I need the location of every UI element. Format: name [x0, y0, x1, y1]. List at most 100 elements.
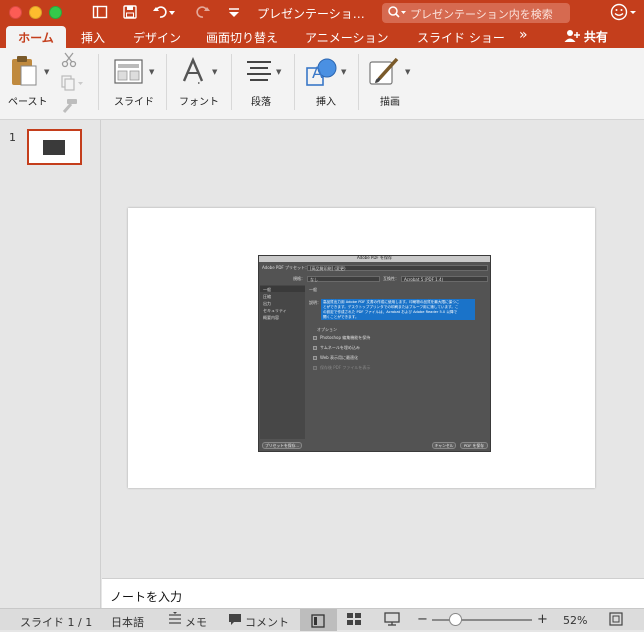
pdf-dialog-screenshot: Adobe PDF を保存 Adobe PDF プリセット： [高品質印刷] (… — [258, 255, 491, 452]
dialog-option: サムネールを埋め込み — [320, 345, 360, 350]
zoom-in-button[interactable]: + — [537, 612, 548, 627]
dialog-save-pdf-button: PDF を保存 — [460, 442, 488, 449]
dialog-checkbox — [313, 336, 317, 340]
dialog-options-heading: オプション — [317, 327, 337, 332]
dialog-checkbox — [313, 356, 317, 360]
draw-dropdown-caret[interactable]: ▼ — [405, 68, 410, 76]
sidebar-toggle-icon[interactable] — [92, 4, 108, 24]
tab-design[interactable]: デザイン — [133, 29, 181, 46]
ribbon: ▼ ペースト ▼ スライド ▼ フォント ▼ 段落 A ▼ 挿入 ▼ 描画 — [0, 48, 644, 120]
dialog-compat-label: 互換性： — [383, 276, 399, 281]
new-slide-icon[interactable] — [114, 58, 144, 90]
language-indicator[interactable]: 日本語 — [111, 614, 144, 630]
insert-dropdown-caret[interactable]: ▼ — [341, 68, 346, 76]
ribbon-separator — [294, 54, 295, 110]
save-icon[interactable] — [122, 4, 138, 24]
zoom-out-button[interactable]: − — [417, 612, 428, 627]
dialog-description: 高品質出力用 Adobe PDF 文書の作成に使用します。印刷物の品質を最大限に… — [321, 299, 475, 320]
paragraph-icon[interactable] — [246, 60, 272, 86]
font-label: フォント — [179, 97, 219, 108]
ribbon-separator — [231, 54, 232, 110]
zoom-slider-track[interactable] — [432, 619, 532, 621]
tab-transitions[interactable]: 画面切り替え — [206, 29, 278, 46]
font-dropdown-caret[interactable]: ▼ — [212, 68, 217, 76]
dialog-cancel-button: キャンセル — [432, 442, 456, 449]
fit-slide-icon[interactable] — [609, 612, 623, 629]
search-icon — [387, 4, 407, 23]
comment-icon[interactable] — [228, 612, 242, 629]
zoom-percent[interactable]: 52% — [563, 614, 587, 627]
dialog-sidebar-item: 出力 — [263, 301, 271, 306]
dialog-desc-line: 開くことができます。 — [323, 315, 359, 319]
slide-indicator: スライド 1 / 1 — [20, 616, 93, 629]
ribbon-separator — [98, 54, 99, 110]
customize-toolbar-icon[interactable] — [228, 4, 240, 24]
paste-label: ペースト — [8, 97, 48, 108]
dialog-standard-label: 規格： — [293, 276, 305, 281]
minimize-icon[interactable] — [29, 6, 42, 19]
slide[interactable]: Adobe PDF を保存 Adobe PDF プリセット： [高品質印刷] (… — [128, 208, 595, 488]
dialog-desc-label: 説明： — [309, 300, 321, 305]
dialog-sidebar-item: セキュリティ — [263, 308, 287, 313]
notes-toggle-label[interactable]: メモ — [185, 614, 207, 630]
paragraph-dropdown-caret[interactable]: ▼ — [276, 68, 281, 76]
slide-thumbnail-pane: 1 — [0, 120, 101, 608]
dialog-sidebar-item: 圧縮 — [263, 294, 271, 299]
title-bar: プレゼンテーショ… プレゼンテーション内を検索 — [0, 0, 644, 26]
maximize-icon[interactable] — [49, 6, 62, 19]
thumbnail-number: 1 — [9, 131, 16, 144]
draw-label: 描画 — [380, 97, 400, 108]
feedback-smiley-icon[interactable] — [610, 3, 638, 25]
slide-label: スライド — [114, 97, 154, 108]
tab-animations[interactable]: アニメーション — [305, 29, 389, 46]
format-painter-icon[interactable] — [61, 98, 79, 118]
zoom-slider-handle[interactable] — [449, 613, 463, 626]
status-bar: スライド 1 / 1 日本語 メモ コメント − + 52% — [0, 608, 644, 631]
ribbon-separator — [358, 54, 359, 110]
slide-sorter-icon[interactable] — [346, 612, 362, 629]
normal-view-button[interactable] — [300, 609, 337, 631]
window-title: プレゼンテーショ… — [257, 7, 365, 21]
dialog-preset-value: [高品質印刷] (変更) — [310, 266, 346, 271]
tabs-overflow-button[interactable]: » — [519, 27, 528, 43]
cut-icon[interactable] — [61, 52, 77, 72]
tab-slideshow[interactable]: スライド ショー — [417, 29, 505, 46]
draw-icon[interactable] — [369, 56, 403, 92]
undo-icon[interactable] — [152, 4, 176, 24]
comments-toggle-label[interactable]: コメント — [245, 614, 289, 630]
close-icon[interactable] — [9, 6, 22, 19]
dialog-title: Adobe PDF を保存 — [357, 255, 392, 260]
font-icon[interactable] — [181, 56, 209, 89]
dialog-sidebar-item: 概要内容 — [263, 315, 279, 320]
normal-view-icon — [311, 613, 325, 632]
dialog-standard-field: なし — [307, 276, 380, 282]
insert-shapes-icon[interactable]: A — [306, 56, 338, 92]
dialog-section-title: 一般 — [309, 287, 317, 292]
ribbon-separator — [166, 54, 167, 110]
paste-icon[interactable] — [9, 55, 39, 91]
dialog-option: 保存後 PDF ファイルを表示 — [320, 365, 371, 370]
redo-icon[interactable] — [195, 4, 211, 24]
dialog-sidebar-item: 一般 — [263, 287, 271, 292]
dialog-checkbox — [313, 346, 317, 350]
dialog-titlebar: Adobe PDF を保存 — [259, 255, 490, 262]
slide-dropdown-caret[interactable]: ▼ — [149, 68, 154, 76]
tab-insert[interactable]: 挿入 — [81, 29, 105, 46]
search-box[interactable]: プレゼンテーション内を検索 — [382, 3, 570, 23]
notes-pane[interactable]: ノートを入力 — [102, 578, 644, 608]
slide-thumbnail[interactable] — [27, 129, 82, 165]
dialog-checkbox — [313, 366, 317, 370]
tab-home[interactable]: ホーム — [6, 26, 66, 48]
dialog-preset-field: [高品質印刷] (変更) — [307, 265, 488, 271]
share-person-icon — [564, 29, 580, 46]
paragraph-label: 段落 — [251, 97, 271, 108]
copy-icon[interactable] — [61, 75, 85, 95]
dialog-compat-value: Acrobat 5 (PDF 1.4) — [404, 277, 444, 282]
share-label: 共有 — [583, 30, 608, 44]
dialog-preset-label: Adobe PDF プリセット： — [262, 265, 309, 270]
dialog-option: Web 表示用に最適化 — [320, 355, 358, 360]
reading-view-icon[interactable] — [384, 612, 400, 629]
paste-dropdown-caret[interactable]: ▼ — [44, 68, 49, 76]
share-button[interactable]: 共有 — [564, 28, 608, 46]
notes-icon[interactable] — [168, 612, 182, 629]
